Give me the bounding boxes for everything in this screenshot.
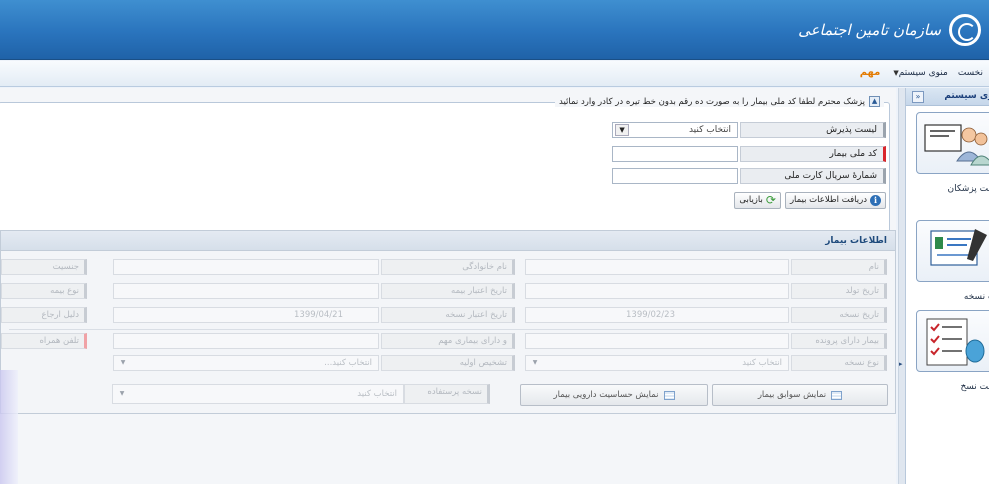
card-serial-input[interactable] [612, 168, 738, 184]
diagnosis-label: تشخیص اولیه [381, 355, 515, 371]
important-disease-label: و دارای بیماری مهم [381, 333, 515, 349]
decorative-strip [0, 370, 18, 484]
prescription-write-icon [916, 220, 989, 282]
caret-right-icon: ▸ [899, 360, 903, 368]
org-name: سازمان تامین اجتماعی [798, 21, 941, 39]
birth-date-label: تاریخ تولد [791, 283, 887, 299]
actions-row: i دریافت اطلاعات بیمار ⟳ بازیابی [734, 191, 886, 209]
show-allergy-label: نمایش حساسیت دارویی بیمار [553, 390, 659, 400]
important-disease-field [113, 333, 379, 349]
chevron-down-icon: ▼ [532, 359, 538, 366]
first-name-field [525, 259, 789, 275]
chevron-down-icon[interactable]: ▼ [615, 124, 629, 136]
insurance-validity-label: تاریخ اعتبار بیمه [381, 283, 515, 299]
info-icon: i [870, 194, 881, 206]
sidebar-item-label: لیست نسخ [960, 382, 989, 392]
last-name-field [113, 259, 379, 275]
prescription-list-icon [916, 310, 989, 372]
rx-type-value: انتخاب کنید [742, 358, 782, 368]
table-icon [663, 390, 675, 400]
rx-validity-label: تاریخ اعتبار نسخه [381, 307, 515, 323]
chevron-down-icon: ▼ [119, 390, 125, 397]
rx-type-label: نوع نسخه [791, 355, 887, 371]
chevron-down-icon: ▼ [120, 359, 126, 366]
rx-type-select: انتخاب کنید ▼ [525, 355, 789, 371]
used-rx-select: انتخاب کنید ▼ [112, 384, 404, 404]
birth-date-field [525, 283, 789, 299]
reset-label: بازیابی [739, 195, 763, 205]
main-content: ▲ پزشک محترم لطفا کد ملی بیمار را به صور… [0, 88, 896, 484]
menu-bar: نخست منوی سیستم▼ مهم [0, 61, 989, 87]
app-header: سازمان تامین اجتماعی [0, 0, 989, 60]
insurance-type-label: نوع بیمه [1, 283, 87, 299]
reception-list-value: انتخاب کنید [688, 125, 731, 135]
divider [9, 329, 887, 330]
panel-splitter[interactable]: ▸ [898, 88, 905, 484]
sidebar-item-label: ثبت نسخه [963, 292, 989, 302]
menu-home[interactable]: نخست [958, 68, 983, 78]
collapse-up-icon[interactable]: ▲ [869, 96, 880, 107]
diagnosis-select: انتخاب کنید... ▼ [113, 355, 379, 371]
sidebar-title: منوی سیستم [944, 91, 989, 101]
sidebar-item-rx-list[interactable]: لیست نسخ [916, 310, 989, 392]
show-allergy-button[interactable]: نمایش حساسیت دارویی بیمار [520, 384, 708, 406]
fieldset-legend: ▲ پزشک محترم لطفا کد ملی بیمار را به صور… [555, 96, 884, 107]
menu-system-label: منوی سیستم [898, 67, 948, 78]
reception-list-row: لیست پذیرش انتخاب کنید ▼ [612, 122, 886, 138]
referral-reason-label: دلیل ارجاع [1, 307, 87, 323]
refresh-icon: ⟳ [765, 193, 776, 207]
rx-date-field: 1399/02/23 [525, 307, 789, 323]
mobile-label: تلفن همراه [1, 333, 87, 349]
reception-list-label: لیست پذیرش [740, 122, 886, 138]
show-history-button[interactable]: نمایش سوابق بیمار [712, 384, 888, 406]
menu-important[interactable]: مهم [860, 67, 881, 78]
rx-validity-field: 1399/04/21 [113, 307, 379, 323]
card-serial-label: شمارهٔ سریال کارت ملی [740, 168, 886, 184]
gender-label: جنسیت [1, 259, 87, 275]
system-sidebar: « منوی سیستم لیست پزشکان [905, 88, 989, 484]
national-code-label: کد ملی بیمار [740, 146, 886, 162]
org-logo: سازمان تامین اجتماعی [798, 12, 981, 48]
sidebar-item-label: لیست پزشکان [947, 184, 989, 194]
diagnosis-value: انتخاب کنید... [324, 358, 372, 368]
reset-button[interactable]: ⟳ بازیابی [734, 191, 781, 209]
doctors-icon [916, 112, 989, 174]
sidebar-header: « منوی سیستم [906, 88, 989, 106]
sidebar-item-write-rx[interactable]: ثبت نسخه [916, 220, 989, 302]
first-name-label: نام [791, 259, 887, 275]
has-record-label: بیمار دارای پرونده [791, 333, 887, 349]
legend-text: پزشک محترم لطفا کد ملی بیمار را به صورت … [559, 96, 865, 107]
table-icon [831, 390, 843, 400]
fetch-patient-label: دریافت اطلاعات بیمار [789, 195, 867, 205]
patient-info-title: اطلاعات بیمار [1, 231, 895, 251]
logo-emblem-icon [949, 14, 981, 46]
sidebar-collapse-button[interactable]: « [912, 91, 924, 103]
used-rx-label: نسخه پرستفاده [404, 384, 490, 404]
last-name-label: نام خانوادگی [381, 259, 515, 275]
insurance-validity-field [113, 283, 379, 299]
rx-date-label: تاریخ نسخه [791, 307, 887, 323]
sidebar-item-doctors[interactable]: لیست پزشکان [916, 112, 989, 194]
national-code-input[interactable] [612, 146, 738, 162]
card-serial-row: شمارهٔ سریال کارت ملی [612, 168, 886, 184]
menu-system[interactable]: منوی سیستم▼ [890, 68, 947, 78]
reception-list-select[interactable]: انتخاب کنید ▼ [612, 122, 738, 138]
fetch-patient-button[interactable]: i دریافت اطلاعات بیمار [784, 191, 886, 209]
used-rx-value: انتخاب کنید [357, 389, 397, 399]
show-history-label: نمایش سوابق بیمار [757, 390, 827, 400]
has-record-field [525, 333, 789, 349]
national-code-row: کد ملی بیمار [612, 146, 886, 162]
